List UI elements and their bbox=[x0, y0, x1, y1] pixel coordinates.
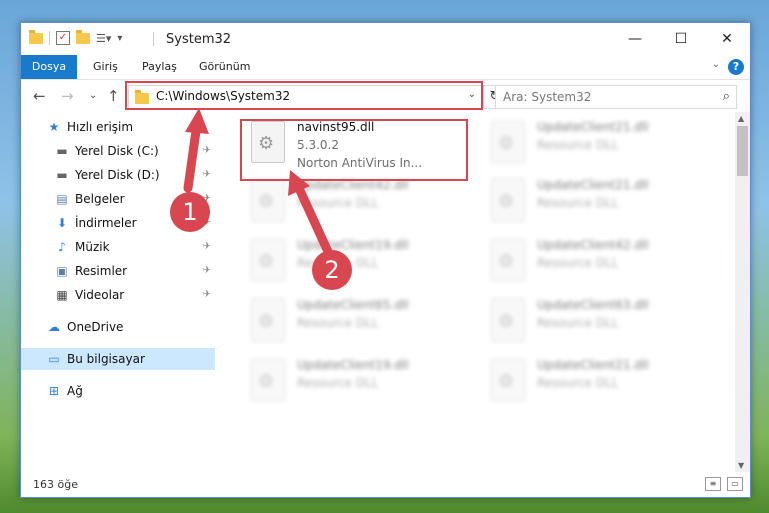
annotation-arrows bbox=[183, 108, 335, 261]
arrow-2-shaft bbox=[293, 181, 335, 261]
arrow-1-shaft bbox=[183, 119, 202, 193]
arrow-1-head bbox=[185, 108, 209, 134]
step-badge-2: 2 bbox=[312, 250, 352, 290]
step-badge-1: 1 bbox=[170, 192, 210, 232]
